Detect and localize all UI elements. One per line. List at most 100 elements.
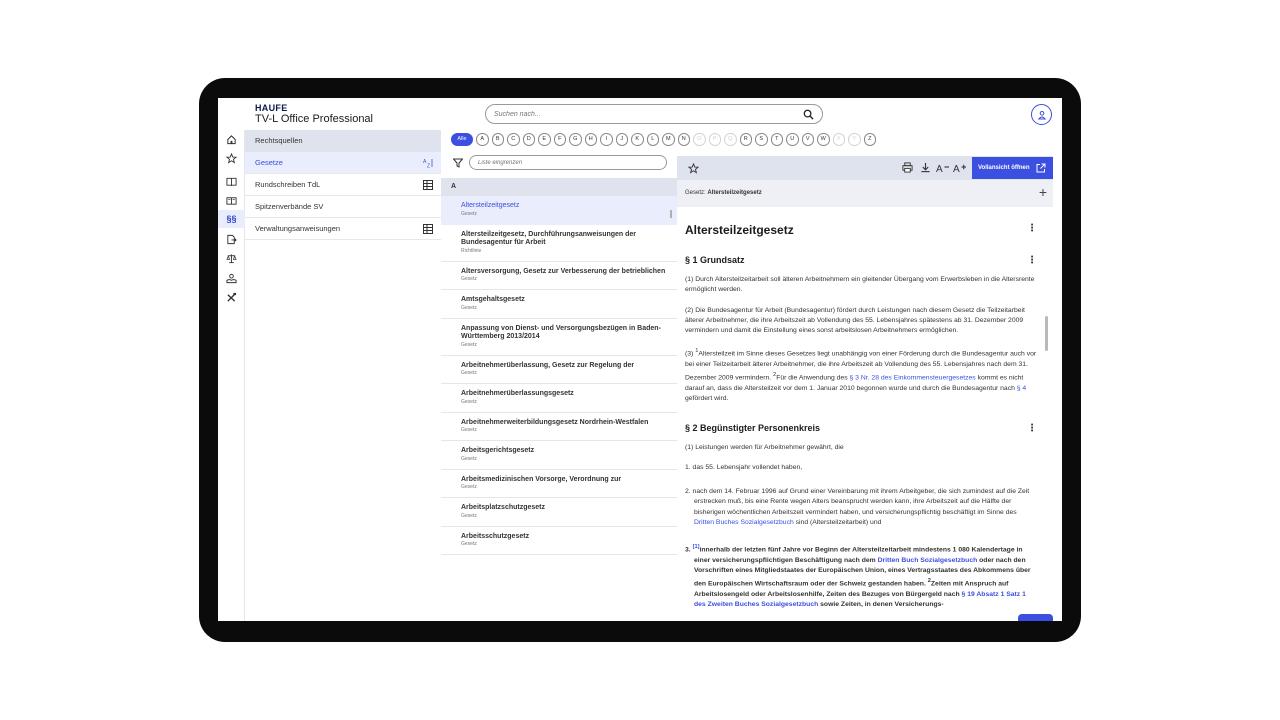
list-item-title: Arbeitsgerichtsgesetz (461, 447, 535, 454)
list-item-type: Gesetz (461, 541, 477, 547)
law-link[interactable]: Dritten Buches Sozialgesetzbuch (694, 519, 794, 526)
list-item[interactable]: Arbeitnehmerweiterbildungsgesetz Nordrhe… (441, 413, 677, 441)
rail-favorites[interactable] (218, 149, 245, 167)
more-options-icon[interactable]: ⋮ (1027, 423, 1037, 434)
search-box[interactable] (485, 104, 823, 124)
list-filter-box[interactable] (469, 155, 667, 170)
list-item[interactable]: Arbeitsgerichtsgesetz Gesetz (441, 441, 677, 470)
letter-filter-e[interactable]: E (538, 133, 551, 146)
rail-books[interactable] (218, 191, 245, 209)
law-link[interactable]: § 4 (1017, 385, 1026, 392)
letter-filter-u[interactable]: U (786, 133, 799, 146)
letter-filter-all[interactable]: Alle (451, 133, 473, 146)
source-item-gesetze[interactable]: Gesetze AZ (245, 152, 441, 174)
letter-filter-h[interactable]: H (584, 133, 597, 146)
table-icon[interactable] (423, 180, 433, 190)
letter-filter-m[interactable]: M (662, 133, 675, 146)
print-icon (902, 162, 913, 173)
user-account-button[interactable] (1031, 104, 1052, 125)
law-list: Altersteilzeitgesetz Gesetz Altersteilzeit… (441, 196, 677, 621)
search-input[interactable] (494, 108, 794, 121)
list-item: 3. [1]innerhalb der letzten fünf Jahre v… (685, 542, 1037, 610)
list-item-type: Gesetz (461, 210, 477, 217)
list-item[interactable]: Amtsgehaltsgesetz Gesetz (441, 290, 677, 319)
list-item-title: Arbeitnehmerweiterbildungsgesetz Nordrhe… (461, 418, 649, 426)
list-item-title: Altersteilzeitgesetz (461, 202, 520, 209)
list-item[interactable]: Altersversorgung, Gesetz zur Verbesserun… (441, 262, 677, 290)
letter-filter-x: X (832, 133, 845, 146)
letter-filter-d[interactable]: D (522, 133, 535, 146)
book-icon (226, 177, 237, 186)
letter-filter-f[interactable]: F (553, 133, 566, 146)
text: sind (Altersteilzeitarbeit) und (793, 518, 882, 526)
breadcrumb-title: Altersteilzeitgesetz (707, 190, 762, 196)
letter-filter-b[interactable]: B (491, 133, 504, 146)
rail-law[interactable] (218, 249, 245, 267)
filter-icon[interactable] (453, 158, 463, 168)
source-item-rundschreiben[interactable]: Rundschreiben TdL (245, 174, 441, 196)
law-list-panel: AlleABCDEFGHIJKLMNOPQRSTUVWXYZ A Alterst… (441, 130, 876, 621)
sort-az-icon[interactable]: AZ (423, 158, 433, 168)
list-item-type: Gesetz (461, 304, 477, 311)
table-icon[interactable] (423, 224, 433, 234)
open-full-view-label: Vollansicht öffnen (978, 165, 1030, 171)
document-scrollbar[interactable] (1045, 316, 1048, 351)
font-decrease-button[interactable]: A (936, 162, 950, 173)
letter-filter-g[interactable]: G (569, 133, 582, 146)
list-item[interactable]: Arbeitnehmerüberlassung, Gesetz zur Rege… (441, 356, 677, 384)
list-item[interactable]: Arbeitsplatzschutzgesetz Gesetz (441, 498, 677, 527)
rail-care[interactable] (218, 269, 245, 287)
list-item[interactable]: Arbeitsmedizinischen Vorsorge, Verordnun… (441, 470, 677, 498)
source-item-verwaltungsanweisungen[interactable]: Verwaltungsanweisungen (245, 218, 441, 240)
letter-filter-w[interactable]: W (817, 133, 830, 146)
open-full-view-button[interactable]: Vollansicht öffnen (972, 157, 1053, 179)
rail-home[interactable] (218, 130, 245, 148)
list-item-title: Anpassung von Dienst- und Versorgungsbez… (461, 324, 661, 341)
letter-filter-r[interactable]: R (739, 133, 752, 146)
list-item[interactable]: Anpassung von Dienst- und Versorgungsbez… (441, 319, 677, 356)
rail-book[interactable] (218, 172, 245, 190)
list-item[interactable]: Arbeitnehmerüberlassungsgesetz Gesetz (441, 384, 677, 413)
letter-filter-j[interactable]: J (615, 133, 628, 146)
floating-action-button[interactable] (1018, 614, 1053, 621)
paragraph: (2) Die Bundesagentur für Arbeit (Bundes… (685, 306, 1025, 335)
list-item-title: Amtsgehaltsgesetz (461, 296, 525, 303)
more-options-icon[interactable]: ⋮ (1027, 255, 1037, 266)
letter-filter-z[interactable]: Z (863, 133, 876, 146)
app-screen: HAUFE TV-L Office Professional §§ (218, 98, 1062, 621)
letter-filter-n[interactable]: N (677, 133, 690, 146)
bookmark-star-icon[interactable] (688, 163, 699, 174)
download-icon (921, 162, 930, 173)
law-link[interactable]: § 3 Nr. 28 des Einkommensteuergesetzes (850, 375, 976, 382)
letter-filter-l[interactable]: L (646, 133, 659, 146)
list-scrollbar[interactable] (670, 210, 672, 218)
letter-filter-s[interactable]: S (755, 133, 768, 146)
letter-filter-k[interactable]: K (631, 133, 644, 146)
document-body: Altersteilzeitgesetz ⋮ § 1 Grundsatz ⋮ (… (685, 207, 1037, 621)
expand-plus-icon[interactable]: + (1039, 180, 1047, 205)
list-filter-input[interactable] (478, 158, 658, 168)
law-link[interactable]: Dritten Buch Sozialgesetzbuch (878, 557, 978, 564)
rail-tools[interactable] (218, 288, 245, 306)
source-item-spitzenverbaende[interactable]: Spitzenverbände SV (245, 196, 441, 218)
paragraph-icon: §§ (226, 214, 237, 224)
section-1-title-text: § 1 Grundsatz (685, 255, 745, 265)
sources-header: Rechtsquellen (245, 130, 441, 152)
brand-logo: HAUFE (255, 103, 288, 113)
more-options-icon[interactable]: ⋮ (1027, 223, 1037, 234)
rail-legal-sources[interactable]: §§ (218, 210, 245, 228)
letter-filter-v[interactable]: V (801, 133, 814, 146)
print-button[interactable] (902, 162, 913, 173)
list-item[interactable]: Arbeitsschutzgesetz Gesetz (441, 527, 677, 555)
brand[interactable]: HAUFE TV-L Office Professional (255, 103, 373, 126)
list-item[interactable]: Altersteilzeitgesetz, Durchführungsanwei… (441, 225, 677, 262)
letter-filter-c[interactable]: C (507, 133, 520, 146)
download-button[interactable] (920, 162, 931, 173)
search-icon[interactable] (803, 109, 814, 120)
rail-export[interactable] (218, 230, 245, 248)
letter-filter-t[interactable]: T (770, 133, 783, 146)
letter-filter-i[interactable]: I (600, 133, 613, 146)
letter-filter-a[interactable]: A (476, 133, 489, 146)
font-increase-button[interactable]: A (953, 162, 967, 173)
list-item[interactable]: Altersteilzeitgesetz Gesetz (441, 196, 677, 225)
